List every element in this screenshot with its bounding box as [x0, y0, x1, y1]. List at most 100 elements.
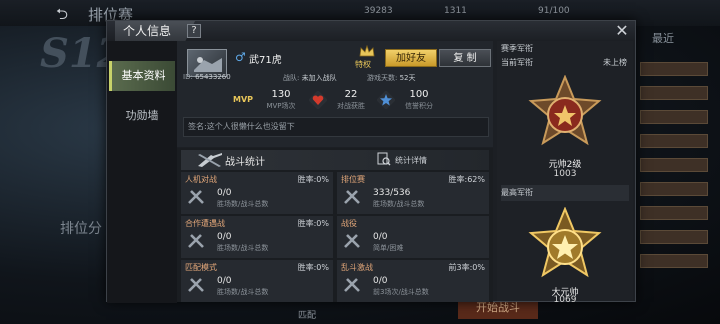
star-icon: [377, 91, 395, 109]
mode-label: 胜场数/战斗总数: [217, 244, 269, 252]
side-entry[interactable]: [640, 182, 708, 196]
side-nav: 基本资料 功勋墙: [107, 41, 177, 303]
privilege-label[interactable]: 特权: [355, 59, 371, 70]
stat-value: 100: [409, 89, 429, 100]
mode-rate: 胜率:0%: [297, 175, 329, 184]
days-value: 52天: [399, 74, 416, 82]
side-entry[interactable]: [640, 134, 708, 148]
current-rank-score: 1003: [553, 169, 577, 179]
stat-label: 信誉积分: [405, 102, 433, 110]
side-entry[interactable]: [640, 158, 708, 172]
mode-rate: 胜率:62%: [448, 175, 485, 184]
rank-score-label: 排位分: [60, 221, 102, 237]
mode-label: 胜场数/战斗总数: [217, 288, 269, 296]
mode-rate: 前3率:0%: [448, 263, 486, 272]
id-label: ID:: [183, 73, 193, 81]
mode-label: 前3场次/战斗总数: [373, 288, 429, 296]
side-entry[interactable]: [640, 230, 708, 244]
player-name: 武71虎: [249, 55, 282, 66]
heart-icon: [309, 91, 327, 109]
team-label: 战队:: [283, 74, 300, 82]
copy-button[interactable]: 复 制: [439, 49, 491, 67]
mode-rate: 胜率:0%: [297, 219, 329, 228]
close-button[interactable]: ✕: [613, 22, 631, 40]
nav-merit-wall[interactable]: 功勋墙: [109, 101, 175, 131]
mode-card-brawl: 乱斗激战 前3率:0% 0/0 前3场次/战斗总数: [337, 260, 489, 302]
mode-card-ranked: 排位赛 胜率:62% 333/536 胜场数/战斗总数: [337, 172, 489, 214]
mode-label: 胜场数/战斗总数: [373, 200, 425, 208]
stat-wins: 22 对战获胜: [309, 89, 375, 111]
crossed-guns-icon: [188, 234, 204, 248]
mode-card-campaign: 战役 0/0 简单/困难: [337, 216, 489, 258]
profile-panel: ♂ 武71虎 特权 加好友 复 制 ID: 65433260 战队: 未加入战队…: [177, 41, 493, 147]
stat-value: 130: [271, 89, 291, 100]
player-id: ID: 65433260: [183, 73, 231, 81]
dialog-title: 个人信息: [115, 21, 196, 41]
crown-icon: [359, 45, 375, 57]
help-icon[interactable]: ?: [187, 24, 201, 38]
personal-info-dialog: 个人信息 ? ✕ 基本资料 功勋墙 ♂ 武71虎 特权 加好友 复 制 ID: …: [106, 20, 636, 305]
side-entry[interactable]: [640, 86, 708, 100]
mode-label: 简单/困难: [373, 244, 404, 252]
mode-name: 乱斗激战: [341, 263, 373, 272]
battle-stats-panel: 战斗统计 统计详情 人机对战 胜率:0% 0/0 胜场数/战斗总数 排位赛 胜率…: [177, 148, 493, 302]
mode-rate: 胜率:0%: [297, 263, 329, 272]
resource-energy: 91/100: [538, 6, 570, 16]
mode-label: 胜场数/战斗总数: [217, 200, 269, 208]
stat-mvp: MVP 130 MVP场次: [233, 89, 305, 111]
mode-value: 0/0: [373, 276, 388, 286]
stats-detail-icon: [377, 152, 391, 166]
mvp-icon: MVP: [233, 95, 254, 104]
rifle-icon: [198, 153, 222, 167]
days-label: 游戏天数:: [367, 74, 398, 82]
mode-name: 合作遭遇战: [185, 219, 225, 228]
bottom-match-label: 匹配: [298, 311, 317, 321]
resource-diamond: 1311: [444, 6, 467, 16]
signature[interactable]: 签名:这个人很懒什么也没留下: [183, 117, 489, 137]
stat-label: 对战获胜: [337, 102, 365, 110]
side-entry[interactable]: [640, 254, 708, 268]
dialog-header: 个人信息 ? ✕: [107, 21, 635, 41]
best-rank-score: 1069: [553, 295, 577, 305]
side-entry[interactable]: [640, 110, 708, 124]
mode-card-pve: 人机对战 胜率:0% 0/0 胜场数/战斗总数: [181, 172, 333, 214]
mode-name: 匹配模式: [185, 263, 217, 272]
stat-value: 22: [344, 89, 358, 100]
battle-stats-title: 战斗统计: [225, 157, 265, 168]
stat-credit: 100 信誉积分: [377, 89, 443, 111]
mode-value: 0/0: [217, 276, 232, 286]
battle-stats-header: 战斗统计 统计详情: [181, 150, 489, 170]
recent-tab[interactable]: 最近: [652, 30, 674, 46]
current-rank-status: 未上榜: [603, 58, 627, 67]
team-value: 未加入战队: [301, 74, 337, 82]
mode-value: 333/536: [373, 188, 411, 198]
crossed-guns-icon: [344, 278, 360, 292]
crossed-guns-icon: [344, 234, 360, 248]
mode-card-coop: 合作遭遇战 胜率:0% 0/0 胜场数/战斗总数: [181, 216, 333, 258]
back-arrow-icon[interactable]: ⮌: [56, 4, 68, 29]
avatar-image: [194, 57, 222, 72]
mode-name: 排位赛: [341, 175, 365, 184]
season-rank-panel: 赛季军衔 当前军衔 未上榜 元帅2级 1003 最高军衔 大元帅 1069: [497, 41, 633, 305]
mode-name: 战役: [341, 219, 357, 228]
grand-marshal-medal-icon: [528, 207, 602, 278]
stats-detail-link[interactable]: 统计详情: [395, 155, 427, 166]
mode-name: 人机对战: [185, 175, 217, 184]
nav-basic-info[interactable]: 基本资料: [109, 61, 175, 91]
season-rank-title: 赛季军衔: [501, 44, 533, 53]
crossed-guns-icon: [188, 190, 204, 204]
mode-value: 0/0: [217, 188, 232, 198]
side-entry[interactable]: [640, 62, 708, 76]
marshal-medal-icon: [528, 75, 602, 146]
stat-label: MVP场次: [266, 102, 296, 110]
mode-card-match: 匹配模式 胜率:0% 0/0 胜场数/战斗总数: [181, 260, 333, 302]
resource-gold: 39283: [364, 6, 393, 16]
play-days: 游戏天数: 52天: [367, 73, 416, 83]
current-rank-label: 当前军衔: [501, 58, 533, 67]
best-rank-label: 最高军衔: [501, 188, 533, 197]
side-entry[interactable]: [640, 206, 708, 220]
mode-value: 0/0: [217, 232, 232, 242]
add-friend-button[interactable]: 加好友: [385, 49, 437, 67]
crossed-guns-icon: [344, 190, 360, 204]
male-icon: ♂: [235, 50, 246, 64]
